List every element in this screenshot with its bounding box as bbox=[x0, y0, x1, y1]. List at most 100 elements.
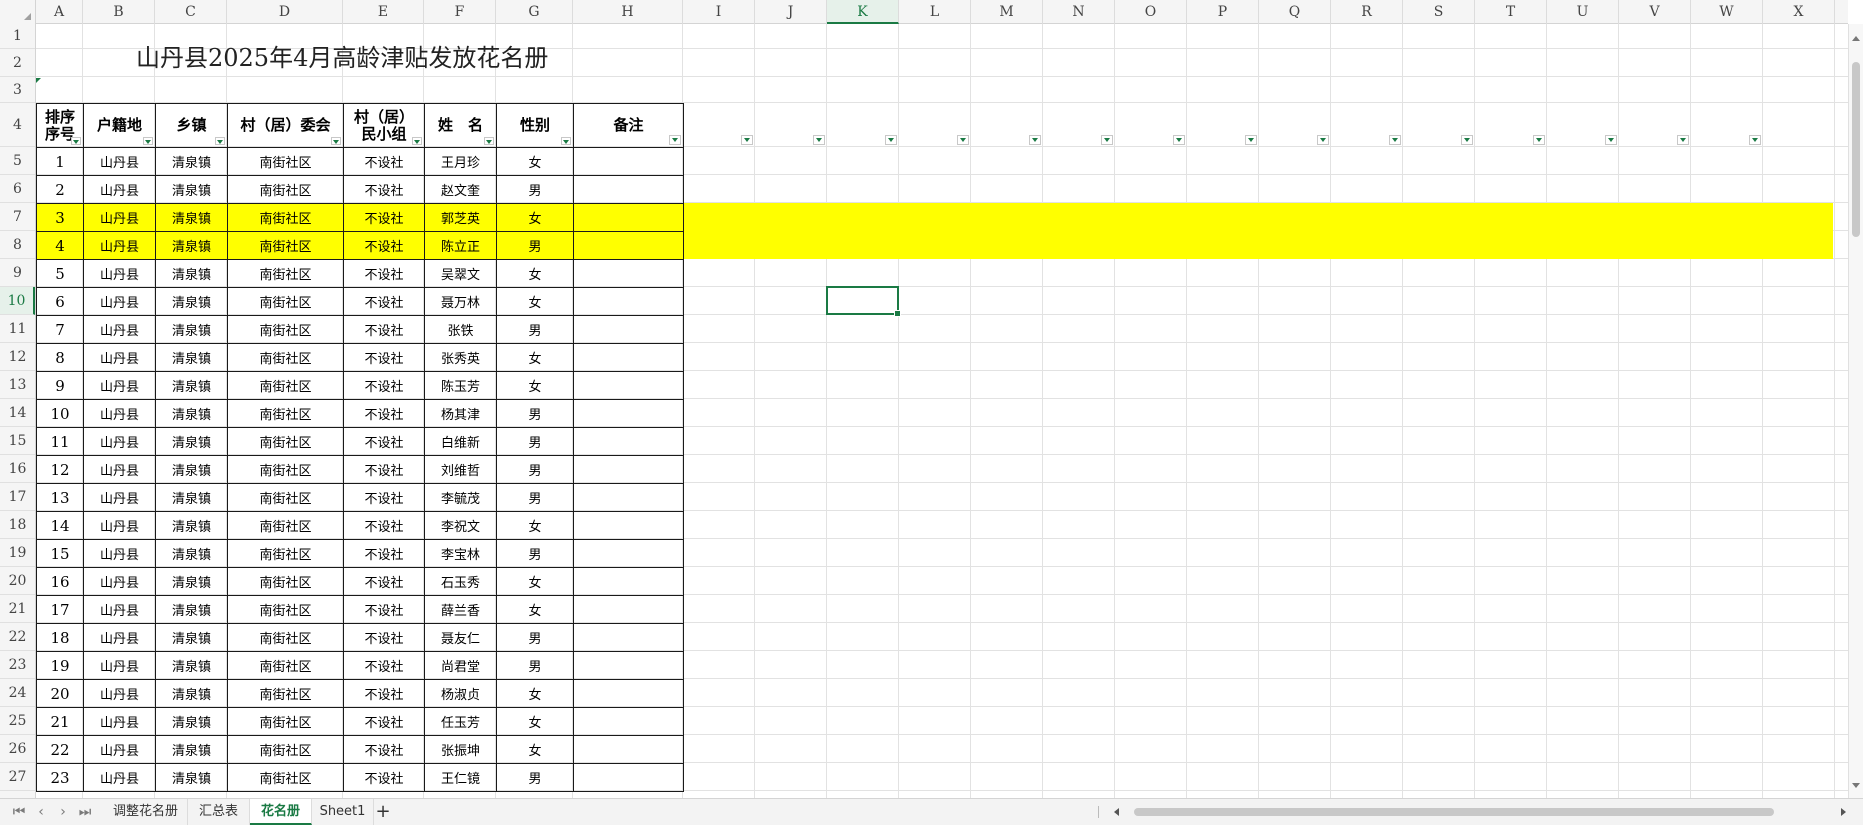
column-header-q[interactable]: Q bbox=[1259, 0, 1331, 24]
row-header-3[interactable]: 3 bbox=[0, 77, 35, 103]
cell-seq[interactable]: 12 bbox=[36, 455, 84, 484]
cell-town[interactable]: 清泉镇 bbox=[155, 679, 228, 708]
cell-seq[interactable]: 19 bbox=[36, 651, 84, 680]
row-header-4[interactable]: 4 bbox=[0, 103, 35, 147]
cell-gender[interactable]: 女 bbox=[496, 511, 574, 540]
filter-dropdown-icon[interactable] bbox=[1101, 135, 1113, 145]
cell-seq[interactable]: 9 bbox=[36, 371, 84, 400]
cell-hukou[interactable]: 山丹县 bbox=[83, 623, 156, 652]
cell-gender[interactable]: 男 bbox=[496, 455, 574, 484]
cell-remark[interactable] bbox=[573, 623, 684, 652]
cell-committee[interactable]: 南街社区 bbox=[227, 203, 344, 232]
cell-town[interactable]: 清泉镇 bbox=[155, 231, 228, 260]
cell-seq[interactable]: 10 bbox=[36, 399, 84, 428]
cell-town[interactable]: 清泉镇 bbox=[155, 651, 228, 680]
cell-group[interactable]: 不设社 bbox=[343, 595, 425, 624]
cell-gender[interactable]: 男 bbox=[496, 651, 574, 680]
row-header-16[interactable]: 16 bbox=[0, 455, 35, 483]
filter-dropdown-icon[interactable] bbox=[1749, 135, 1761, 145]
cell-group[interactable]: 不设社 bbox=[343, 175, 425, 204]
cell-name[interactable]: 任玉芳 bbox=[424, 707, 497, 736]
cell-group[interactable]: 不设社 bbox=[343, 651, 425, 680]
cell-name[interactable]: 李毓茂 bbox=[424, 483, 497, 512]
row-header-9[interactable]: 9 bbox=[0, 259, 35, 287]
cell-committee[interactable]: 南街社区 bbox=[227, 595, 344, 624]
cell-name[interactable]: 王仁镜 bbox=[424, 763, 497, 792]
cell-name[interactable]: 陈立正 bbox=[424, 231, 497, 260]
cell-name[interactable]: 王月珍 bbox=[424, 147, 497, 176]
cell-gender[interactable]: 女 bbox=[496, 287, 574, 316]
cell-hukou[interactable]: 山丹县 bbox=[83, 735, 156, 764]
cell-name[interactable]: 李宝林 bbox=[424, 539, 497, 568]
cell-committee[interactable]: 南街社区 bbox=[227, 483, 344, 512]
cell-group[interactable]: 不设社 bbox=[343, 539, 425, 568]
cell-gender[interactable]: 男 bbox=[496, 315, 574, 344]
row-header-20[interactable]: 20 bbox=[0, 567, 35, 595]
cell-name[interactable]: 刘维哲 bbox=[424, 455, 497, 484]
cell-gender[interactable]: 男 bbox=[496, 763, 574, 792]
cell-hukou[interactable]: 山丹县 bbox=[83, 343, 156, 372]
cell-grid[interactable]: 山丹县2025年4月高龄津贴发放花名册 排序 序号 户籍地 乡镇 村（居）委会 村（居）… bbox=[36, 24, 1848, 798]
column-header-v[interactable]: V bbox=[1619, 0, 1691, 24]
cell-group[interactable]: 不设社 bbox=[343, 287, 425, 316]
cell-group[interactable]: 不设社 bbox=[343, 399, 425, 428]
cell-gender[interactable]: 女 bbox=[496, 259, 574, 288]
cell-town[interactable]: 清泉镇 bbox=[155, 735, 228, 764]
cell-seq[interactable]: 6 bbox=[36, 287, 84, 316]
cell-remark[interactable] bbox=[573, 679, 684, 708]
cell-gender[interactable]: 女 bbox=[496, 147, 574, 176]
cell-name[interactable]: 薛兰香 bbox=[424, 595, 497, 624]
vertical-scroll-thumb[interactable] bbox=[1852, 62, 1860, 237]
filter-dropdown-icon[interactable] bbox=[741, 135, 753, 145]
column-header-x[interactable]: X bbox=[1763, 0, 1835, 24]
cell-seq[interactable]: 17 bbox=[36, 595, 84, 624]
cell-committee[interactable]: 南街社区 bbox=[227, 735, 344, 764]
cell-remark[interactable] bbox=[573, 231, 684, 260]
cell-group[interactable]: 不设社 bbox=[343, 679, 425, 708]
cell-remark[interactable] bbox=[573, 483, 684, 512]
cell-seq[interactable]: 2 bbox=[36, 175, 84, 204]
cell-remark[interactable] bbox=[573, 259, 684, 288]
cell-remark[interactable] bbox=[573, 707, 684, 736]
cell-seq[interactable]: 13 bbox=[36, 483, 84, 512]
scroll-left-icon[interactable] bbox=[1114, 808, 1119, 816]
row-header-25[interactable]: 25 bbox=[0, 707, 35, 735]
cell-gender[interactable]: 男 bbox=[496, 539, 574, 568]
horizontal-scrollbar[interactable] bbox=[1098, 804, 1850, 820]
scroll-up-icon[interactable] bbox=[1852, 36, 1860, 41]
filter-dropdown-icon[interactable] bbox=[1173, 135, 1185, 145]
cell-town[interactable]: 清泉镇 bbox=[155, 539, 228, 568]
cell-group[interactable]: 不设社 bbox=[343, 567, 425, 596]
cell-remark[interactable] bbox=[573, 147, 684, 176]
cell-gender[interactable]: 女 bbox=[496, 203, 574, 232]
cell-name[interactable]: 张铁 bbox=[424, 315, 497, 344]
column-header-h[interactable]: H bbox=[573, 0, 683, 24]
horizontal-scroll-thumb[interactable] bbox=[1134, 808, 1774, 816]
row-header-14[interactable]: 14 bbox=[0, 399, 35, 427]
cell-town[interactable]: 清泉镇 bbox=[155, 343, 228, 372]
cell-town[interactable]: 清泉镇 bbox=[155, 399, 228, 428]
sheet-tab-4[interactable]: Sheet1 bbox=[312, 799, 374, 825]
cell-seq[interactable]: 11 bbox=[36, 427, 84, 456]
cell-name[interactable]: 白维新 bbox=[424, 427, 497, 456]
column-header-p[interactable]: P bbox=[1187, 0, 1259, 24]
cell-committee[interactable]: 南街社区 bbox=[227, 511, 344, 540]
cell-hukou[interactable]: 山丹县 bbox=[83, 371, 156, 400]
cell-group[interactable]: 不设社 bbox=[343, 707, 425, 736]
row-header-15[interactable]: 15 bbox=[0, 427, 35, 455]
filter-dropdown-icon[interactable] bbox=[1317, 135, 1329, 145]
cell-committee[interactable]: 南街社区 bbox=[227, 623, 344, 652]
cell-remark[interactable] bbox=[573, 567, 684, 596]
column-header-b[interactable]: B bbox=[83, 0, 155, 24]
cell-seq[interactable]: 22 bbox=[36, 735, 84, 764]
cell-committee[interactable]: 南街社区 bbox=[227, 679, 344, 708]
row-header-24[interactable]: 24 bbox=[0, 679, 35, 707]
cell-committee[interactable]: 南街社区 bbox=[227, 343, 344, 372]
cell-name[interactable]: 尚君堂 bbox=[424, 651, 497, 680]
filter-dropdown-icon[interactable] bbox=[484, 137, 494, 145]
column-header-o[interactable]: O bbox=[1115, 0, 1187, 24]
cell-remark[interactable] bbox=[573, 315, 684, 344]
cell-group[interactable]: 不设社 bbox=[343, 455, 425, 484]
cell-hukou[interactable]: 山丹县 bbox=[83, 259, 156, 288]
cell-remark[interactable] bbox=[573, 511, 684, 540]
